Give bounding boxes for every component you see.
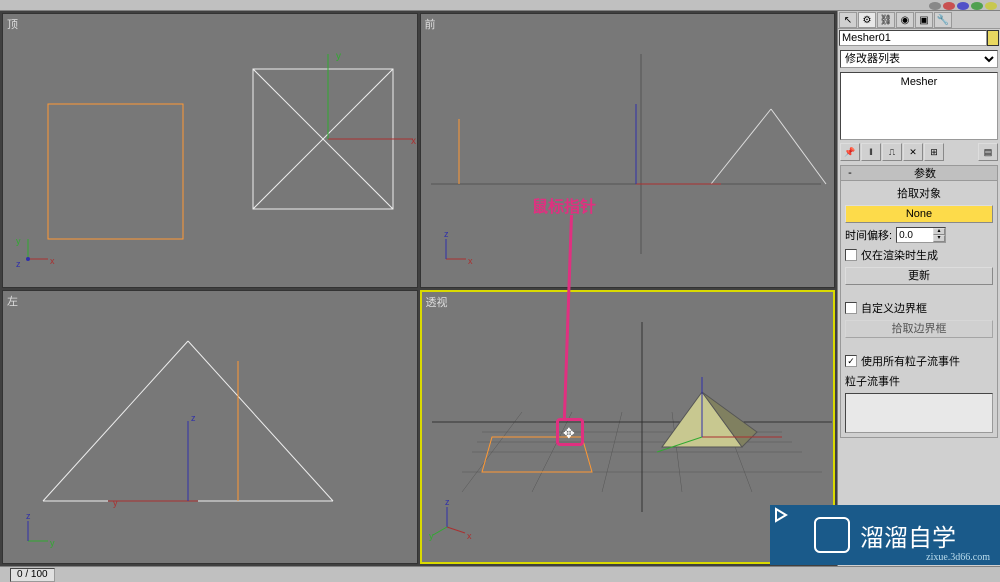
- viewport-front-content: z x: [421, 14, 835, 287]
- rollout-toggle-icon: -: [844, 167, 856, 179]
- svg-text:x: x: [411, 136, 416, 147]
- stack-item-mesher[interactable]: Mesher: [843, 75, 995, 89]
- render-only-label: 仅在渲染时生成: [861, 247, 938, 263]
- tab-utilities-icon[interactable]: 🔧: [934, 12, 952, 28]
- configure-icon[interactable]: ⊞: [924, 143, 944, 161]
- viewport-label-top: 顶: [7, 16, 18, 32]
- svg-text:y: y: [336, 51, 341, 62]
- show-end-icon[interactable]: ‖: [861, 143, 881, 161]
- tab-create-icon[interactable]: ↖: [839, 12, 857, 28]
- top-toolbar: [0, 0, 1000, 11]
- viewport-left[interactable]: 左 y z z y: [2, 290, 418, 565]
- rollout-title-params: 参数: [856, 165, 994, 181]
- tab-display-icon[interactable]: ▣: [915, 12, 933, 28]
- pick-object-label: 拾取对象: [845, 185, 993, 201]
- modifier-list-dropdown[interactable]: 修改器列表: [840, 50, 998, 70]
- tab-hierarchy-icon[interactable]: ⛓: [877, 12, 895, 28]
- svg-text:z: z: [444, 229, 449, 239]
- tab-motion-icon[interactable]: ◉: [896, 12, 914, 28]
- render-only-checkbox[interactable]: [845, 249, 857, 261]
- watermark: 溜溜自学 zixue.3d66.com: [770, 505, 1000, 565]
- viewport-left-content: y z z y: [3, 291, 417, 564]
- svg-text:x: x: [468, 256, 473, 266]
- svg-text:z: z: [16, 259, 21, 269]
- custom-bbox-label: 自定义边界框: [861, 300, 927, 316]
- viewport-label-perspective: 透视: [426, 294, 448, 310]
- viewport-top[interactable]: 顶 y x y z x: [2, 13, 418, 288]
- render-only-row[interactable]: 仅在渲染时生成: [845, 247, 993, 263]
- stack-toolbar: 📌 ‖ ⎍ ✕ ⊞ ▤: [840, 143, 998, 161]
- pf-events-label: 粒子流事件: [845, 373, 993, 389]
- time-offset-row: 时间偏移: ▴ ▾: [845, 227, 993, 243]
- command-panel: ↖ ⚙ ⛓ ◉ ▣ 🔧 修改器列表 Mesher 📌 ‖ ⎍ ✕ ⊞: [837, 11, 1000, 566]
- svg-text:z: z: [445, 497, 450, 507]
- svg-text:x: x: [50, 256, 55, 266]
- svg-text:y: y: [50, 538, 55, 548]
- tab-modify-icon[interactable]: ⚙: [858, 12, 876, 28]
- timeline-bar[interactable]: 0 / 100: [0, 566, 1000, 582]
- watermark-url: zixue.3d66.com: [926, 552, 990, 563]
- svg-text:y: y: [113, 498, 118, 508]
- spinner-up-icon[interactable]: ▴: [933, 228, 945, 235]
- rollout-body-params: 拾取对象 None 时间偏移: ▴ ▾ 仅在渲染时生成: [840, 181, 998, 438]
- svg-text:z: z: [191, 413, 196, 423]
- pf-events-list[interactable]: [845, 393, 993, 433]
- pick-object-button[interactable]: None: [845, 205, 993, 223]
- rollout-params: - 参数 拾取对象 None 时间偏移: ▴ ▾: [840, 165, 998, 438]
- svg-text:y: y: [429, 531, 434, 541]
- remove-mod-icon[interactable]: ✕: [903, 143, 923, 161]
- update-button[interactable]: 更新: [845, 267, 993, 285]
- time-offset-spinner[interactable]: ▴ ▾: [896, 227, 946, 243]
- svg-text:z: z: [26, 511, 31, 521]
- spinner-down-icon[interactable]: ▾: [933, 235, 945, 242]
- custom-bbox-checkbox[interactable]: [845, 302, 857, 314]
- modifier-select[interactable]: 修改器列表: [840, 50, 998, 68]
- svg-text:y: y: [16, 236, 21, 246]
- ribbon-balls: [929, 2, 997, 10]
- viewport-label-front: 前: [425, 16, 436, 32]
- time-display: 0 / 100: [10, 568, 55, 582]
- pin-stack-icon[interactable]: 📌: [840, 143, 860, 161]
- custom-bbox-row[interactable]: 自定义边界框: [845, 300, 993, 316]
- command-panel-tabs: ↖ ⚙ ⛓ ◉ ▣ 🔧: [838, 11, 1000, 29]
- object-name-row: [839, 30, 999, 48]
- use-all-pf-label: 使用所有粒子流事件: [861, 353, 960, 369]
- time-offset-input[interactable]: [897, 228, 933, 242]
- viewport-front[interactable]: 前 z x: [420, 13, 836, 288]
- viewport-top-content: y x y z x: [3, 14, 417, 287]
- svg-text:x: x: [467, 531, 472, 541]
- config-sets-icon[interactable]: ▤: [978, 143, 998, 161]
- time-offset-label: 时间偏移:: [845, 227, 892, 243]
- pick-bbox-button[interactable]: 拾取边界框: [845, 320, 993, 338]
- object-name-input[interactable]: [839, 30, 987, 46]
- use-all-pf-checkbox[interactable]: ✓: [845, 355, 857, 367]
- viewports-grid: 顶 y x y z x 前: [0, 11, 837, 566]
- annotation-text: 鼠标指针: [532, 193, 596, 217]
- main-area: 顶 y x y z x 前: [0, 11, 1000, 566]
- modifier-stack[interactable]: Mesher: [840, 72, 998, 140]
- object-color-swatch[interactable]: [987, 30, 999, 46]
- watermark-play-icon: [814, 517, 850, 553]
- rollout-header-params[interactable]: - 参数: [840, 165, 998, 181]
- cursor-icon: ✥: [563, 425, 575, 442]
- unique-icon[interactable]: ⎍: [882, 143, 902, 161]
- use-all-pf-row[interactable]: ✓ 使用所有粒子流事件: [845, 353, 993, 369]
- watermark-text: 溜溜自学: [860, 518, 956, 553]
- viewport-label-left: 左: [7, 293, 18, 309]
